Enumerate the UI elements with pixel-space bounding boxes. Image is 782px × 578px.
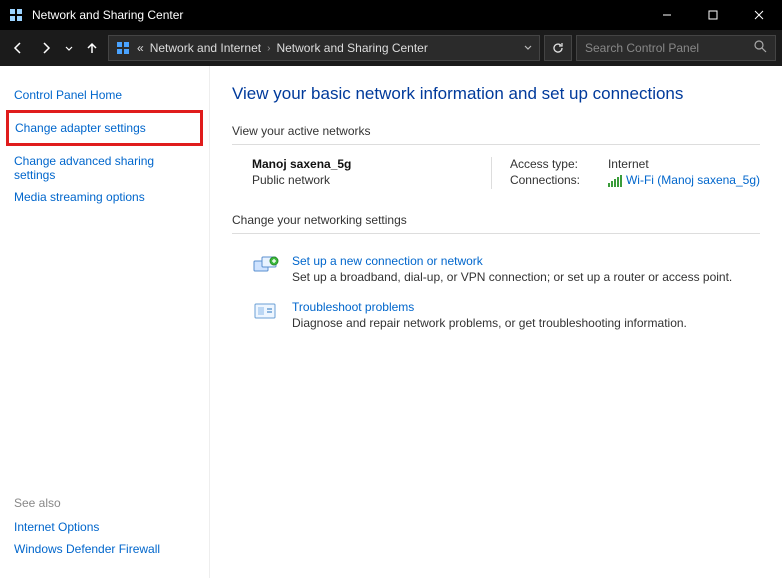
connection-link[interactable]: Wi-Fi (Manoj saxena_5g) [626,173,760,187]
network-info: Manoj saxena_5g Public network [252,157,483,189]
network-details: Access type: Internet Connections: Wi-Fi… [491,157,760,189]
sidebar-defender-firewall[interactable]: Windows Defender Firewall [14,538,195,560]
chevron-right-icon: › [267,43,270,54]
divider [232,233,760,234]
troubleshoot-link[interactable]: Troubleshoot problems [292,300,414,314]
setup-connection-icon [252,254,280,278]
breadcrumb-current[interactable]: Network and Sharing Center [276,41,427,55]
breadcrumb-dropdown[interactable] [523,41,533,55]
network-name: Manoj saxena_5g [252,157,483,171]
see-also-label: See also [14,496,195,516]
up-button[interactable] [80,36,104,60]
content-area: Control Panel Home Change adapter settin… [0,66,782,578]
sidebar-home[interactable]: Control Panel Home [14,84,195,106]
search-placeholder: Search Control Panel [585,41,754,55]
access-type-value: Internet [608,157,649,171]
troubleshoot-icon [252,300,280,324]
titlebar: Network and Sharing Center [0,0,782,30]
setup-connection-link[interactable]: Set up a new connection or network [292,254,483,268]
recent-locations-button[interactable] [62,36,76,60]
forward-button[interactable] [34,36,58,60]
main-panel: View your basic network information and … [210,66,782,578]
back-button[interactable] [6,36,30,60]
setup-connection-desc: Set up a broadband, dial-up, or VPN conn… [292,270,732,284]
active-network-row: Manoj saxena_5g Public network Access ty… [232,157,760,189]
troubleshoot-desc: Diagnose and repair network problems, or… [292,316,687,330]
close-button[interactable] [736,0,782,30]
navbar: « Network and Internet › Network and Sha… [0,30,782,66]
sidebar-change-adapter[interactable]: Change adapter settings [15,121,194,135]
highlighted-item: Change adapter settings [6,110,203,146]
setup-connection-option: Set up a new connection or network Set u… [232,246,760,292]
troubleshoot-option: Troubleshoot problems Diagnose and repai… [232,292,760,338]
sidebar-media-streaming[interactable]: Media streaming options [14,186,195,208]
app-icon [8,7,24,23]
minimize-button[interactable] [644,0,690,30]
wifi-signal-icon [608,175,622,187]
window-controls [644,0,782,30]
access-type-label: Access type: [510,157,590,171]
sidebar-internet-options[interactable]: Internet Options [14,516,195,538]
page-title: View your basic network information and … [232,84,760,104]
search-icon [754,40,767,56]
divider [232,144,760,145]
sidebar: Control Panel Home Change adapter settin… [0,66,210,578]
window-title: Network and Sharing Center [32,8,644,22]
connections-label: Connections: [510,173,590,187]
refresh-button[interactable] [544,35,572,61]
breadcrumb-prefix: « [137,41,144,55]
sidebar-change-advanced[interactable]: Change advanced sharing settings [14,150,195,186]
network-type: Public network [252,173,483,187]
change-settings-label: Change your networking settings [232,213,760,227]
breadcrumb-parent[interactable]: Network and Internet [150,41,261,55]
breadcrumb[interactable]: « Network and Internet › Network and Sha… [108,35,540,61]
maximize-button[interactable] [690,0,736,30]
active-networks-label: View your active networks [232,124,760,138]
control-panel-icon [115,40,131,56]
search-input[interactable]: Search Control Panel [576,35,776,61]
